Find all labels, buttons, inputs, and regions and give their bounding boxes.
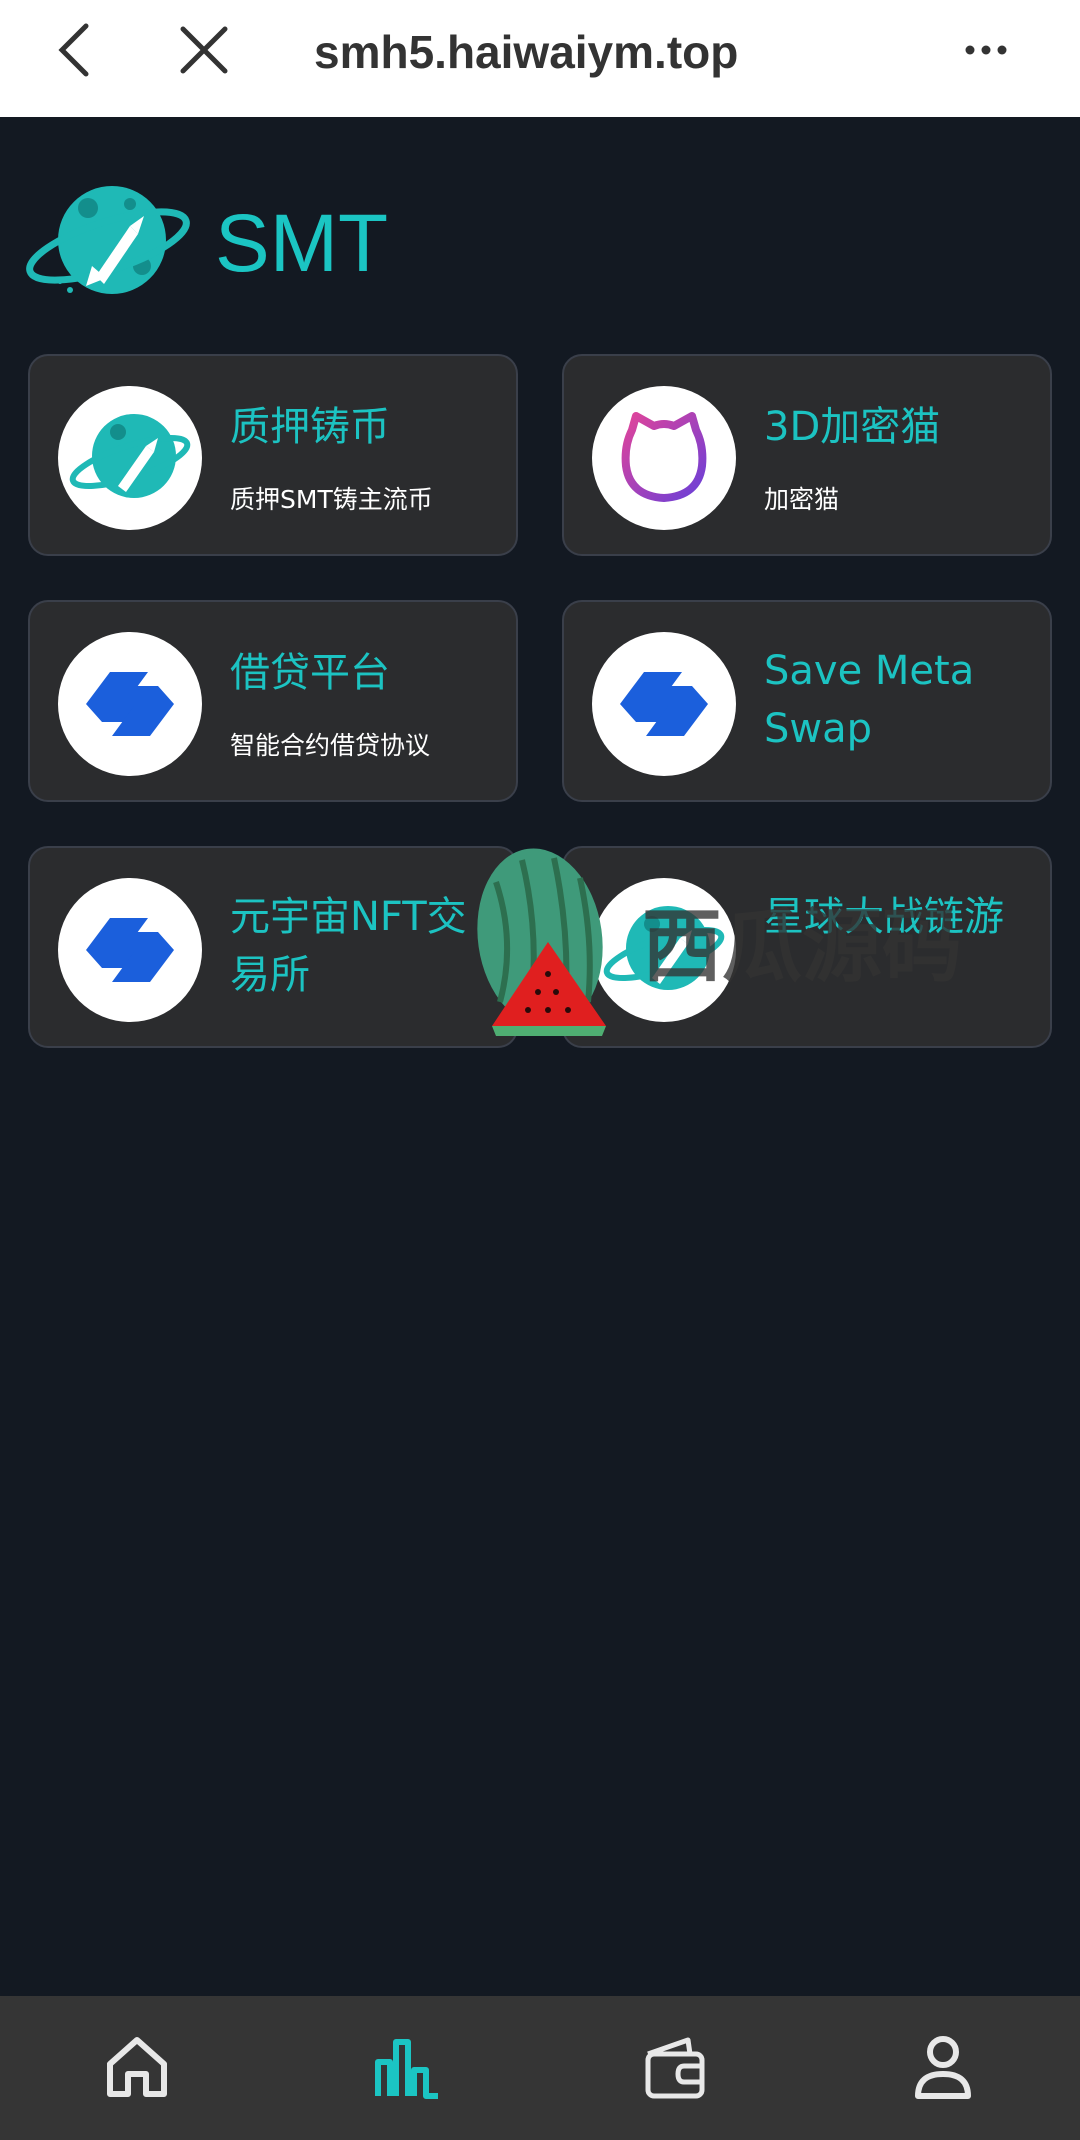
chevron-left-icon[interactable]: [52, 22, 102, 78]
browser-toolbar: smh5.haiwaiym.top: [0, 0, 1080, 117]
card-subtitle: 质押SMT铸主流币: [230, 485, 433, 514]
wallet-icon[interactable]: [640, 2032, 710, 2102]
swap-logo-icon: [86, 672, 174, 736]
card-save-meta-swap[interactable]: Save Meta Swap: [562, 600, 1052, 802]
card-avatar: [58, 386, 202, 530]
close-icon[interactable]: [178, 24, 230, 76]
chart-bars-icon[interactable]: [372, 2032, 442, 2102]
card-avatar: [592, 386, 736, 530]
card-subtitle: 加密猫: [764, 485, 840, 514]
planet-rocket-icon: [69, 414, 191, 498]
more-dots-icon[interactable]: [962, 38, 1010, 62]
watermelon-icon: [477, 848, 606, 1036]
card-lending-platform[interactable]: 借贷平台 智能合约借贷协议: [28, 600, 518, 802]
swap-logo-icon: [620, 672, 708, 736]
planet-rocket-logo: [26, 186, 190, 294]
brand-title: SMT: [215, 198, 389, 289]
cat-icon: [621, 412, 707, 502]
url-text[interactable]: smh5.haiwaiym.top: [314, 22, 738, 82]
card-metaverse-nft[interactable]: 元宇宙NFT交易所: [28, 846, 518, 1048]
watermark: 西瓜源码: [456, 842, 962, 1042]
watermark-text: 西瓜源码: [642, 900, 962, 993]
card-avatar: [58, 878, 202, 1022]
card-avatar: [58, 632, 202, 776]
bottom-nav: [0, 1996, 1080, 2140]
user-icon[interactable]: [908, 2032, 978, 2102]
card-staking-mint[interactable]: 质押铸币 质押SMT铸主流币: [28, 354, 518, 556]
card-subtitle: 智能合约借贷协议: [230, 731, 431, 760]
card-crypto-cat[interactable]: 3D加密猫 加密猫: [562, 354, 1052, 556]
card-title: 质押铸币: [230, 404, 390, 450]
card-avatar: [592, 632, 736, 776]
swap-logo-icon: [86, 918, 174, 982]
card-title: Save Meta Swap: [764, 648, 975, 752]
card-title: 3D加密猫: [764, 404, 941, 450]
card-title: 借贷平台: [230, 650, 390, 696]
home-icon[interactable]: [102, 2032, 172, 2102]
